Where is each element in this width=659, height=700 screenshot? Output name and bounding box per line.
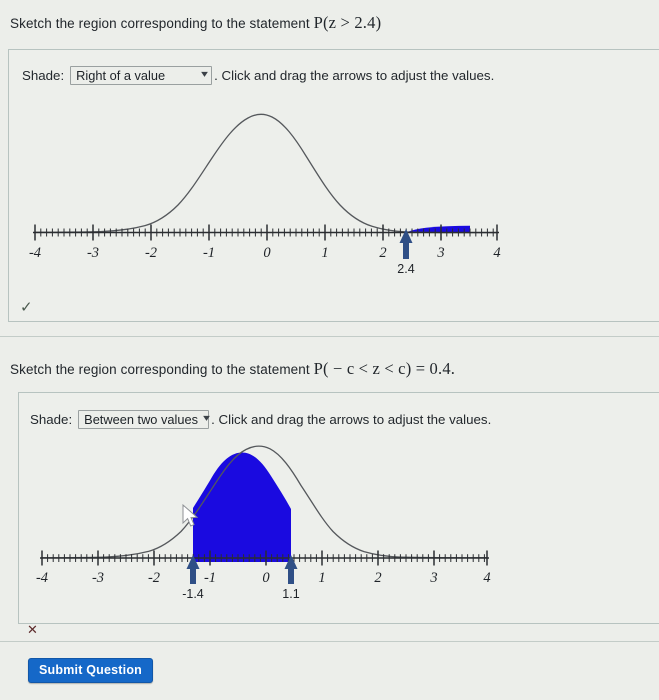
drag-handle-value-1: 2.4 [397,262,414,276]
svg-text:-1: -1 [204,570,216,586]
question-1-prompt-math: P(z > 2.4) [313,13,382,32]
svg-text:-4: -4 [29,245,41,261]
question-2-prompt-math: P( − c < z < c) = 0.4. [313,359,456,378]
status-x-icon-2: ✕ [27,623,38,638]
question-2-instruction: . Click and drag the arrows to adjust th… [211,412,492,427]
svg-text:-2: -2 [148,570,160,586]
svg-text:2: 2 [379,245,386,261]
svg-text:2: 2 [374,570,381,586]
svg-text:-4: -4 [36,570,48,586]
shade-mode-select-2-value: Between two values [84,411,198,427]
chevron-down-icon: ▾ [203,413,210,424]
shade-mode-select-1[interactable]: Right of a value ▾ [70,66,213,85]
svg-text:-3: -3 [92,570,104,586]
svg-text:4: 4 [483,570,490,586]
shaded-region-1 [405,225,470,233]
svg-text:-2: -2 [145,245,157,261]
normal-curve-plot-2[interactable]: -4 -3 -2 -1 0 1 2 3 4 -1.4 1.1 [0,432,540,622]
svg-text:0: 0 [262,570,270,586]
normal-curve-1 [34,113,498,234]
x-axis-tick-labels-1: -4 -3 -2 -1 0 1 2 3 4 [29,245,501,261]
question-1-instruction: . Click and drag the arrows to adjust th… [214,68,495,83]
question-1-prompt: Sketch the region corresponding to the s… [10,12,381,33]
drag-handle-value-2-left: -1.4 [182,587,204,601]
drag-handle-value-2-right: 1.1 [282,587,299,601]
normal-curve-plot-1[interactable]: -4 -3 -2 -1 0 1 2 3 4 2.4 [0,96,540,296]
svg-text:1: 1 [318,570,325,586]
drag-handle-arrow-1[interactable] [399,229,413,259]
svg-text:1: 1 [321,245,328,261]
question-1-shade-row: Shade: Right of a value ▾ . Click and dr… [22,66,494,85]
question-2-prompt: Sketch the region corresponding to the s… [10,358,455,379]
section-divider-bottom [0,641,659,642]
question-1-prompt-text: Sketch the region corresponding to the s… [10,16,310,31]
svg-text:-3: -3 [87,245,99,261]
svg-text:4: 4 [493,245,500,261]
x-axis-tick-labels-2: -4 -3 -2 -1 0 1 2 3 4 [36,570,491,586]
svg-text:3: 3 [429,570,437,586]
question-1-shade-label: Shade: [22,68,65,83]
shaded-region-2 [193,452,291,562]
question-2-shade-row: Shade: Between two values ▾ . Click and … [30,410,491,429]
chevron-down-icon: ▾ [201,69,209,80]
section-divider [0,336,659,337]
svg-text:3: 3 [436,245,444,261]
shade-mode-select-2[interactable]: Between two values ▾ [78,410,210,429]
svg-text:-1: -1 [203,245,215,261]
question-2-prompt-text: Sketch the region corresponding to the s… [10,362,310,377]
submit-question-button[interactable]: Submit Question [28,658,153,683]
status-check-icon-1: ✓ [20,298,33,316]
svg-text:0: 0 [263,245,271,261]
shade-mode-select-1-value: Right of a value [76,67,166,83]
question-2-shade-label: Shade: [30,412,73,427]
